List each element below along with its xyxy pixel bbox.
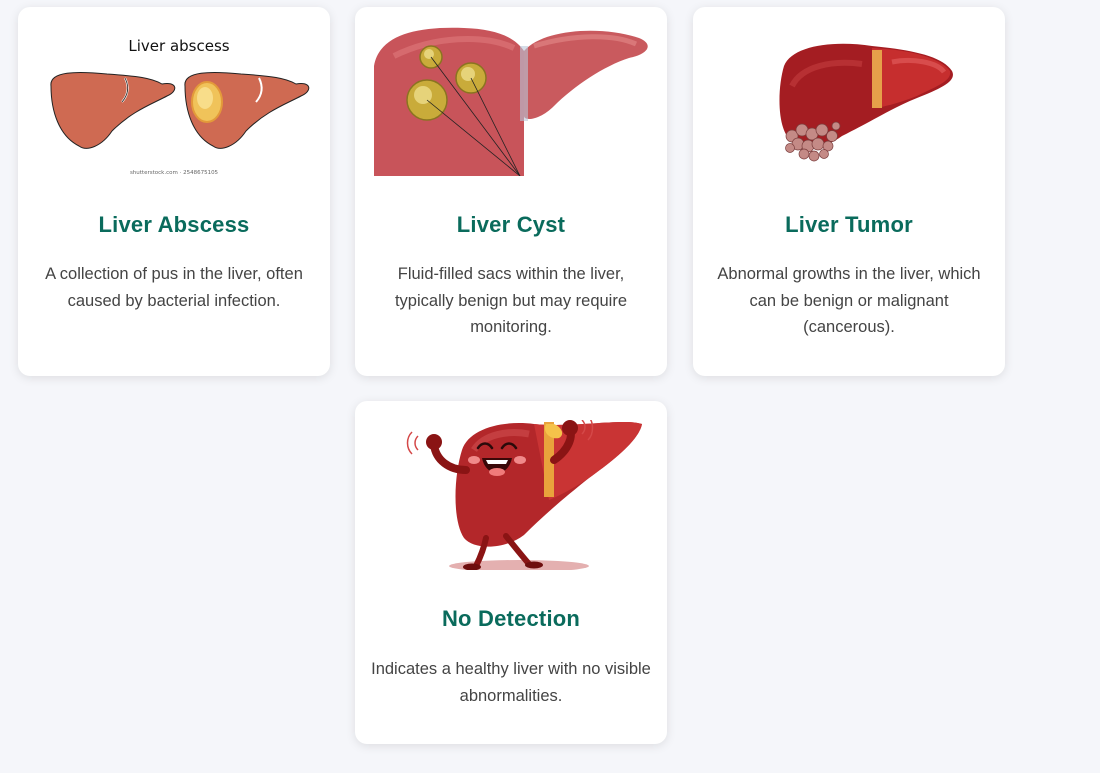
image-credit: shutterstock.com · 2548675105: [130, 170, 219, 176]
liver-tumor-illustration: [779, 43, 953, 162]
liver-cyst-illustration: [374, 27, 648, 176]
card-title: Liver Cyst: [456, 212, 566, 237]
liver-tumor-image: [712, 26, 987, 176]
card-no-detection: No Detection Indicates a healthy liver w…: [355, 401, 667, 744]
card-liver-tumor: Liver Tumor Abnormal growths in the live…: [693, 7, 1005, 376]
liver-abscess-illustration: Liver abscess shutterstock.com · 2548675…: [50, 37, 310, 176]
healthy-liver-image: [374, 420, 649, 570]
card-title: Liver Abscess: [98, 212, 250, 237]
card-description: A collection of pus in the liver, often …: [45, 265, 303, 310]
card-liver-abscess: Liver abscess shutterstock.com · 2548675…: [18, 7, 330, 376]
card-description: Indicates a healthy liver with no visibl…: [371, 660, 651, 705]
card-description: Abnormal growths in the liver, which can…: [717, 265, 981, 336]
card-liver-cyst: Liver Cyst Fluid-filled sacs within the …: [355, 7, 667, 376]
liver-abscess-image: Liver abscess shutterstock.com · 2548675…: [37, 26, 312, 176]
card-description: Fluid-filled sacs within the liver, typi…: [394, 265, 628, 336]
healthy-liver-mascot-illustration: [406, 420, 642, 570]
image-caption: Liver abscess: [128, 37, 229, 55]
liver-cyst-image: [374, 26, 649, 176]
card-title: Liver Tumor: [785, 212, 913, 237]
card-title: No Detection: [441, 606, 581, 631]
